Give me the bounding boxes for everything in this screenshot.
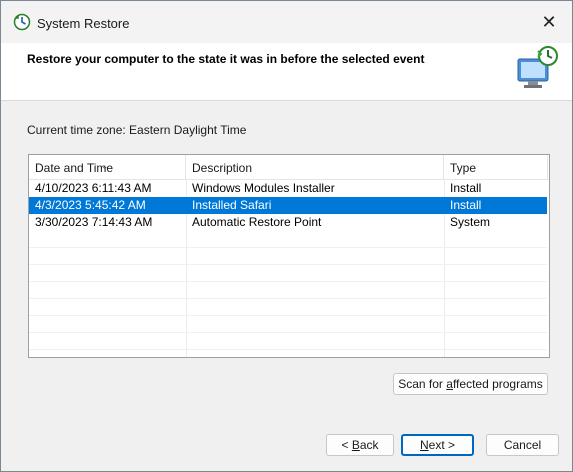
table-row[interactable]: 3/30/2023 7:14:43 AM Automatic Restore P… — [29, 214, 547, 231]
scan-affected-programs-button[interactable]: Scan for affected programs — [393, 373, 548, 395]
back-label-accel: B — [351, 438, 360, 452]
empty-row — [29, 316, 547, 333]
cell-description: Windows Modules Installer — [192, 181, 335, 195]
cell-date: 3/30/2023 7:14:43 AM — [35, 215, 153, 229]
cell-date: 4/3/2023 5:45:42 AM — [35, 198, 146, 212]
instruction-heading: Restore your computer to the state it wa… — [27, 52, 425, 66]
empty-row — [29, 265, 547, 282]
cell-date: 4/10/2023 6:11:43 AM — [35, 181, 152, 195]
sort-chevron-down-icon: ⌄ — [101, 161, 109, 171]
cancel-button[interactable]: Cancel — [486, 434, 559, 456]
table-row-selected[interactable]: 4/3/2023 5:45:42 AM Installed Safari Ins… — [29, 197, 547, 214]
window-title: System Restore — [37, 16, 130, 31]
restore-points-list[interactable]: Date and Time ⌄ Description Type 4/10/20… — [28, 154, 550, 358]
scan-label-accel: a — [446, 377, 453, 391]
column-header-type-label: Type — [450, 161, 477, 175]
system-restore-computer-icon — [517, 46, 558, 88]
system-restore-icon — [13, 13, 31, 31]
column-header-description-label: Description — [192, 161, 253, 175]
title-bar: System Restore ✕ — [1, 1, 572, 43]
next-label-accel: N — [419, 438, 429, 452]
back-label-suffix: ack — [359, 438, 379, 452]
scan-label-suffix: ffected programs — [452, 377, 543, 391]
column-header-type[interactable]: Type — [444, 155, 548, 179]
back-label-prefix: < — [341, 438, 352, 452]
timezone-label: Current time zone: Eastern Daylight Time — [27, 123, 247, 137]
column-header-description[interactable]: Description — [186, 155, 444, 179]
empty-row — [29, 333, 547, 350]
close-button[interactable]: ✕ — [526, 1, 572, 43]
empty-row — [29, 299, 547, 316]
back-button[interactable]: < Back — [326, 434, 394, 456]
cell-description: Automatic Restore Point — [192, 215, 322, 229]
next-button[interactable]: Next > — [401, 434, 474, 456]
next-label-suffix: ext > — [428, 438, 456, 452]
header-band: Restore your computer to the state it wa… — [1, 43, 572, 101]
table-row[interactable]: 4/10/2023 6:11:43 AM Windows Modules Ins… — [29, 180, 547, 197]
system-restore-window: System Restore ✕ Restore your computer t… — [0, 0, 573, 472]
list-header: Date and Time ⌄ Description Type — [29, 155, 549, 180]
cell-type: System — [450, 215, 491, 229]
scan-label-prefix: Scan for — [398, 377, 447, 391]
cell-type: Install — [450, 198, 482, 212]
close-icon: ✕ — [541, 11, 557, 32]
empty-row — [29, 231, 547, 248]
cancel-label: Cancel — [503, 438, 542, 452]
empty-row — [29, 282, 547, 299]
cell-type: Install — [450, 181, 482, 195]
empty-row — [29, 248, 547, 265]
cell-description: Installed Safari — [192, 198, 272, 212]
column-header-date[interactable]: Date and Time ⌄ — [29, 155, 186, 179]
